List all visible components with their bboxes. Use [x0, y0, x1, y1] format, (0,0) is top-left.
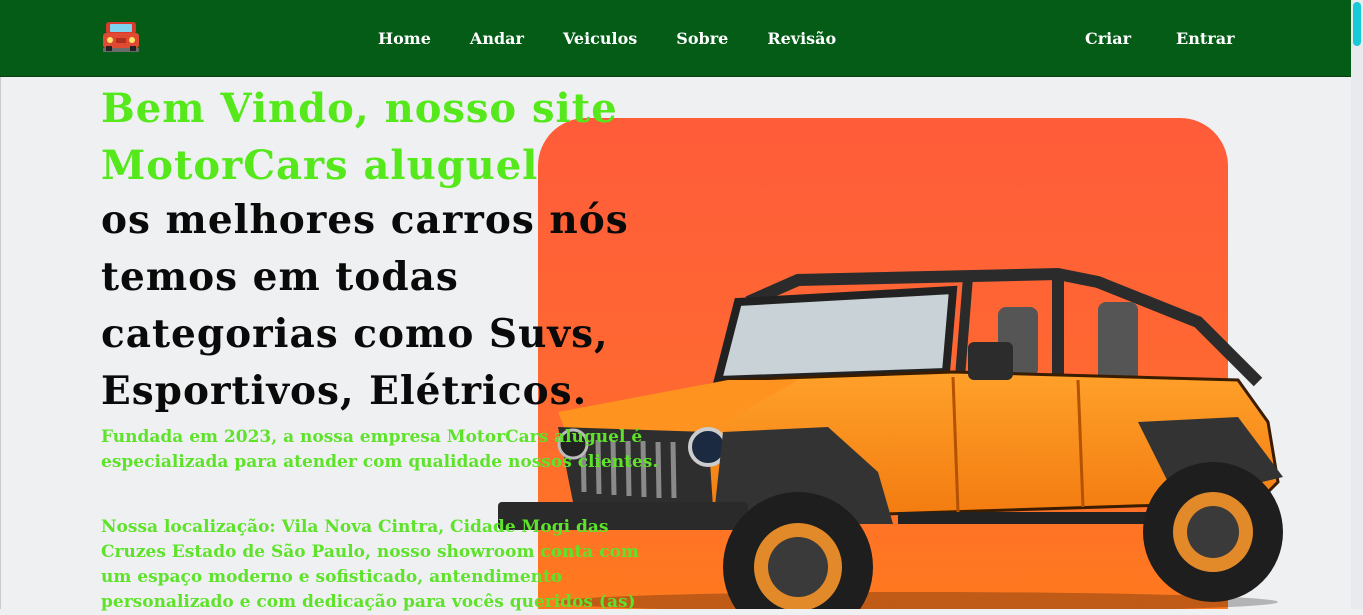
nav-link-entrar[interactable]: Entrar: [1176, 29, 1234, 48]
car-icon[interactable]: [100, 18, 142, 54]
nav-link-criar[interactable]: Criar: [1085, 29, 1131, 48]
welcome-heading: Bem Vindo, nosso site MotorCars aluguel: [101, 80, 661, 194]
welcome-line-2: MotorCars aluguel: [101, 142, 539, 189]
location-paragraph: Nossa localização: Vila Nova Cintra, Cid…: [101, 517, 639, 612]
scrollbar-thumb[interactable]: [1353, 2, 1361, 46]
main-nav: Home Andar Veiculos Sobre Revisão: [378, 29, 875, 48]
scrollbar[interactable]: [1351, 0, 1363, 609]
nav-link-revisao[interactable]: Revisão: [767, 29, 836, 48]
about-paragraph: Fundada em 2023, a nossa empresa MotorCa…: [101, 427, 659, 472]
nav-link-veiculos[interactable]: Veiculos: [563, 29, 637, 48]
tagline-heading: os melhores carros nós temos em todas ca…: [101, 197, 629, 414]
auth-nav: Criar Entrar: [1085, 29, 1280, 48]
nav-link-home[interactable]: Home: [378, 29, 431, 48]
nav-link-andar[interactable]: Andar: [470, 29, 524, 48]
nav-link-sobre[interactable]: Sobre: [676, 29, 728, 48]
welcome-line-1: Bem Vindo, nosso site: [101, 85, 618, 132]
navbar: Home Andar Veiculos Sobre Revisão Criar …: [0, 0, 1351, 77]
